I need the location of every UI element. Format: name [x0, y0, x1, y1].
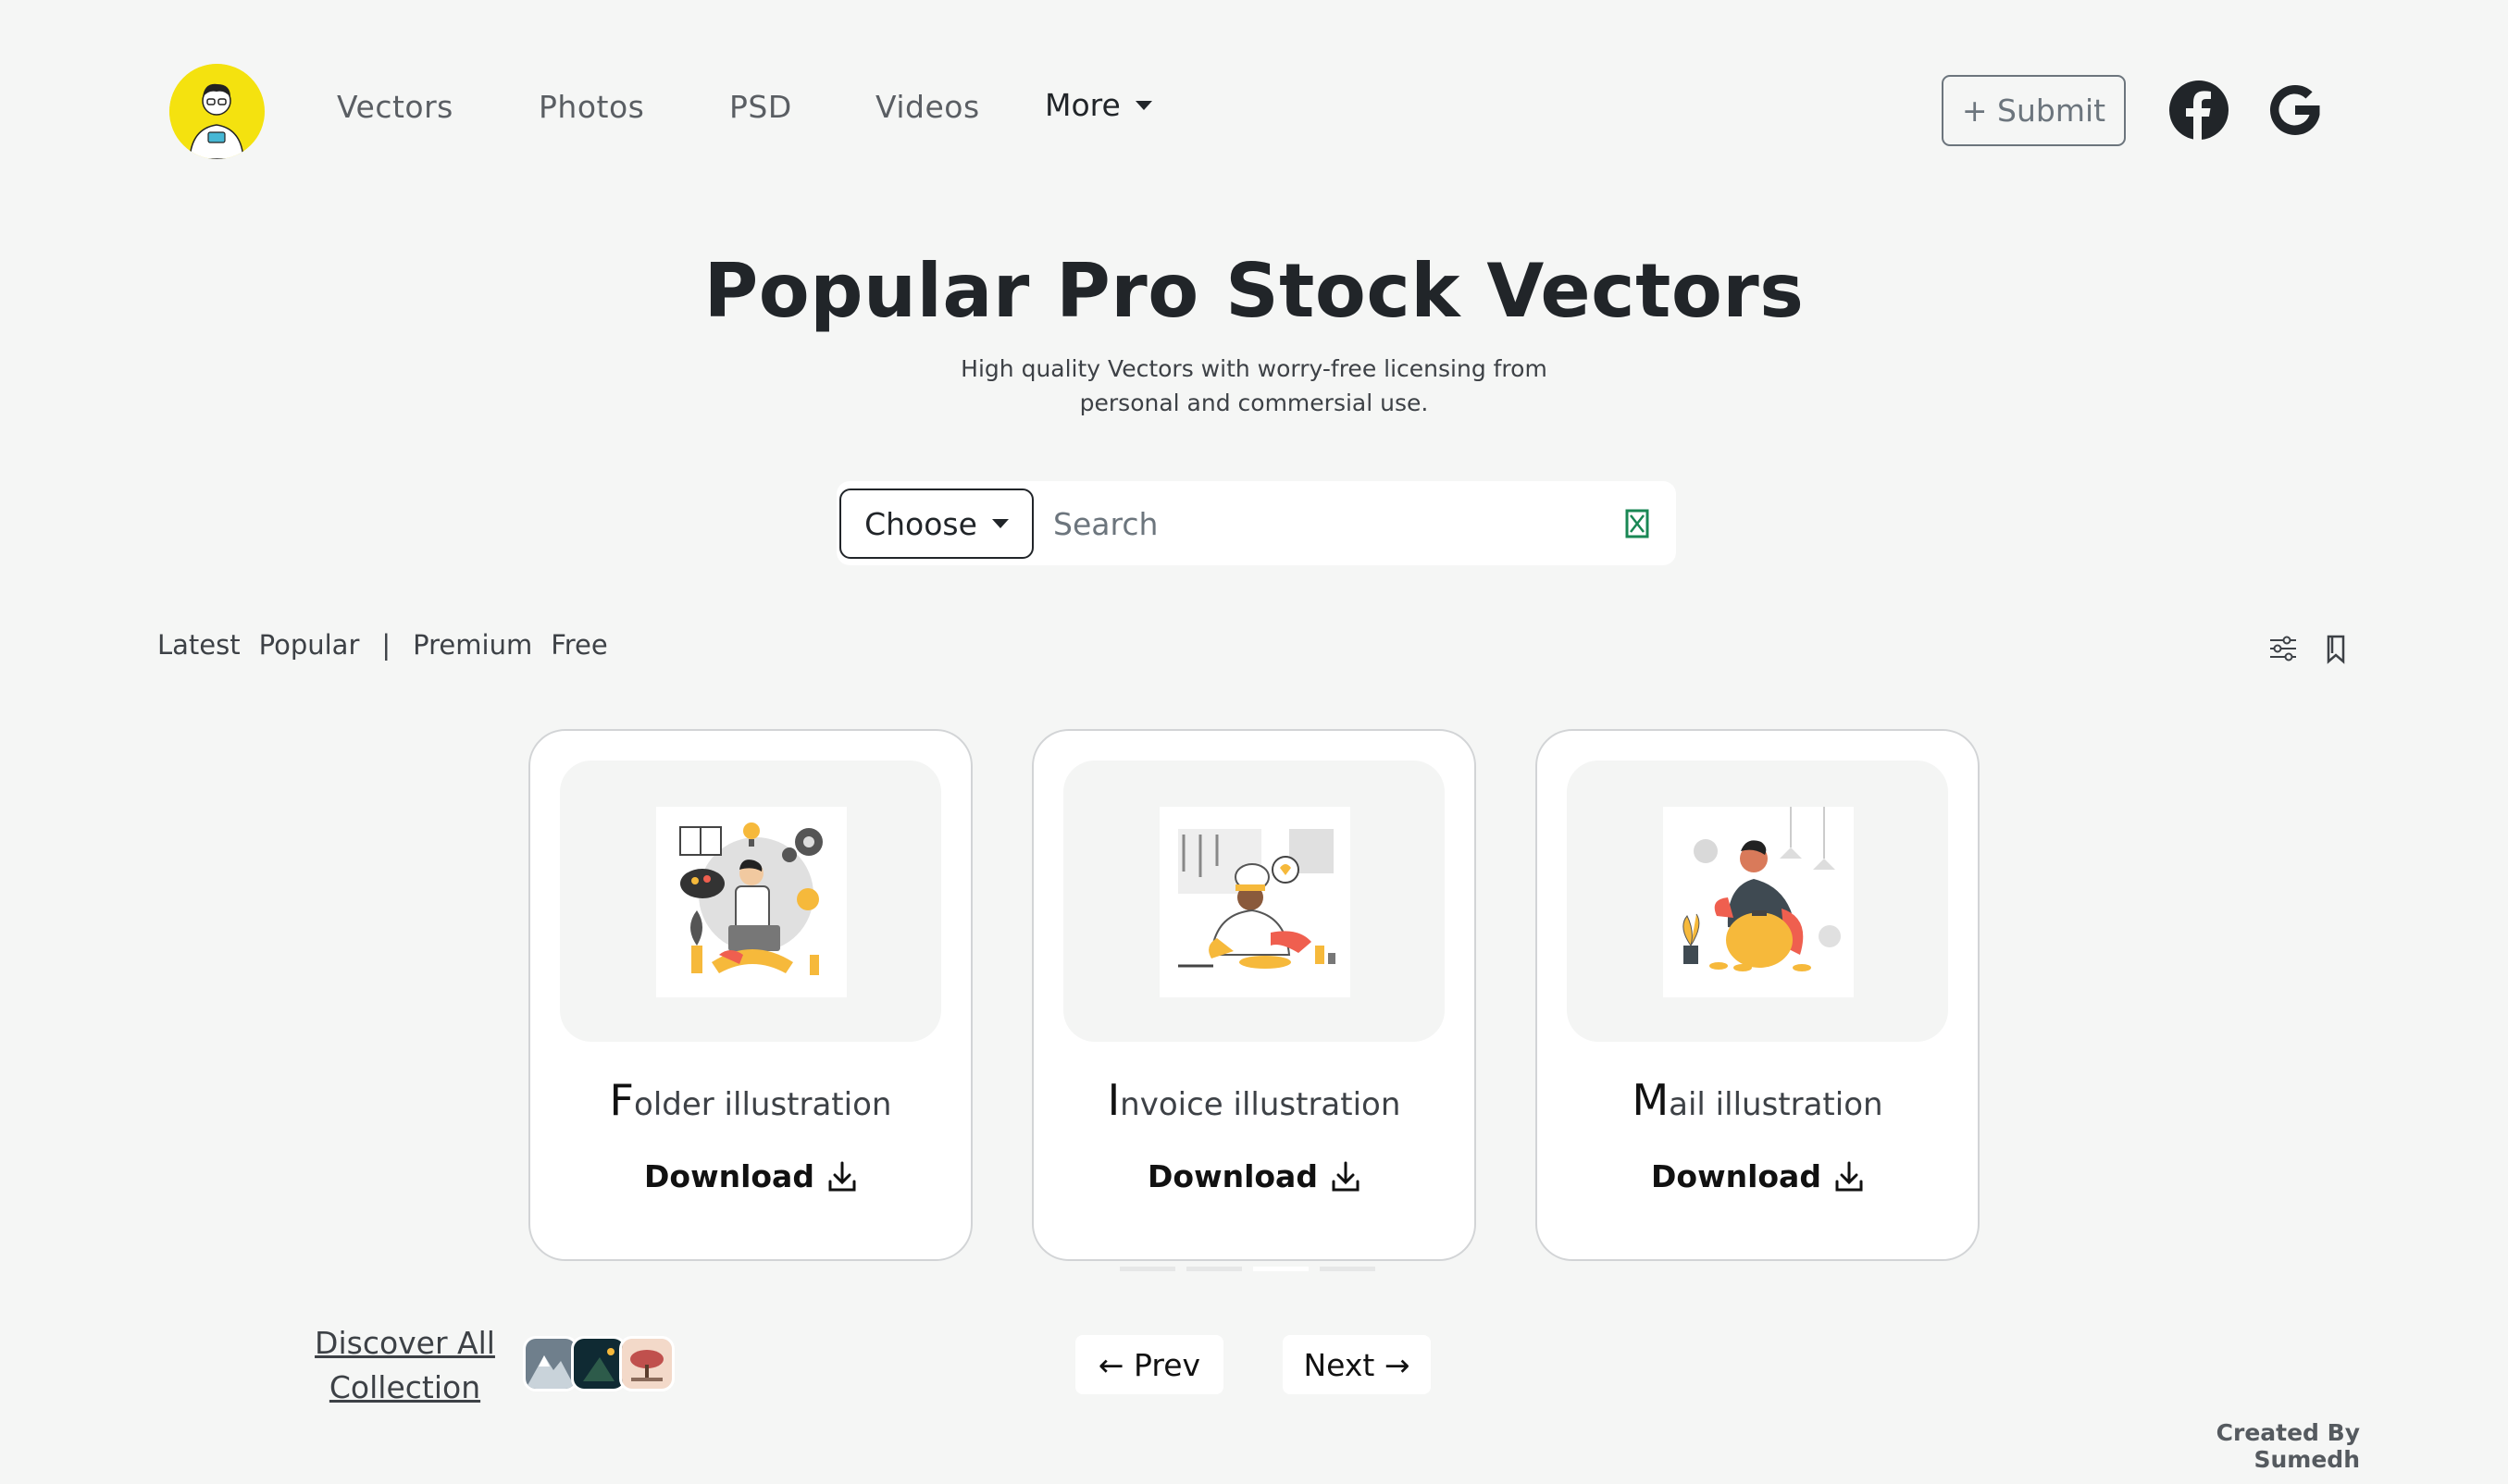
download-icon	[828, 1161, 856, 1191]
card-title-initial: F	[609, 1075, 635, 1125]
choose-label: Choose	[864, 505, 977, 542]
search-input[interactable]	[1053, 494, 1590, 553]
tree-thumbnail[interactable]	[619, 1336, 675, 1391]
carousel-indicators	[1120, 1267, 1375, 1271]
nav-link-videos[interactable]: Videos	[875, 89, 980, 125]
nav-more-dropdown[interactable]: More	[1045, 87, 1152, 123]
submit-button[interactable]: + Submit	[1942, 75, 2126, 146]
mail-illustration-image[interactable]	[1663, 807, 1854, 997]
vector-card-invoice[interactable]: Invoice illustration Download	[1032, 729, 1476, 1261]
nav-link-photos[interactable]: Photos	[539, 89, 644, 125]
carousel-indicator[interactable]	[1120, 1267, 1175, 1271]
download-icon	[1332, 1161, 1360, 1191]
card-title: Invoice illustration	[1034, 1075, 1474, 1125]
next-page-button[interactable]: Next →	[1283, 1335, 1431, 1394]
filter-divider: |	[381, 629, 391, 661]
mountain-thumbnail[interactable]	[523, 1336, 578, 1391]
filter-premium[interactable]: Premium	[413, 629, 532, 661]
google-icon[interactable]	[2265, 80, 2326, 141]
caret-down-icon	[991, 519, 1009, 528]
card-title: Folder illustration	[530, 1075, 971, 1125]
nav-more-label: More	[1045, 87, 1121, 123]
caret-down-icon	[1135, 100, 1152, 110]
collection-thumbnails	[523, 1336, 675, 1391]
download-button[interactable]: Download	[530, 1158, 971, 1194]
vector-card-folder[interactable]: Folder illustration Download	[528, 729, 973, 1261]
choose-dropdown-button[interactable]: Choose	[839, 488, 1034, 559]
created-by-credit: Created By Sumedh	[2216, 1419, 2360, 1473]
download-label: Download	[1651, 1158, 1821, 1194]
nav-link-vectors[interactable]: Vectors	[337, 89, 453, 125]
download-button[interactable]: Download	[1537, 1158, 1978, 1194]
navbar: Vectors Photos PSD Videos More + Submit	[0, 0, 2508, 222]
vector-card-mail[interactable]: Mail illustration Download	[1535, 729, 1980, 1261]
page-title: Popular Pro Stock Vectors	[703, 248, 1805, 334]
download-icon	[1835, 1161, 1863, 1191]
card-title-initial: M	[1632, 1075, 1670, 1125]
card-image-frame	[560, 761, 941, 1042]
card-title-text: older illustration	[634, 1086, 892, 1123]
folder-illustration-image[interactable]	[656, 807, 847, 997]
prev-page-button[interactable]: ← Prev	[1075, 1335, 1223, 1394]
download-button[interactable]: Download	[1034, 1158, 1474, 1194]
carousel-indicator-active[interactable]	[1253, 1267, 1309, 1271]
card-title-text: ail illustration	[1669, 1086, 1883, 1123]
page-subtitle: High quality Vectors with worry-free lic…	[961, 355, 1547, 416]
card-image-frame	[1567, 761, 1948, 1042]
card-title-text: nvoice illustration	[1120, 1086, 1401, 1123]
facebook-icon[interactable]	[2168, 80, 2229, 141]
filter-free[interactable]: Free	[551, 629, 608, 661]
filter-popular[interactable]: Popular	[259, 629, 360, 661]
download-label: Download	[1148, 1158, 1318, 1194]
filter-bar: Latest Popular | Premium Free	[157, 629, 627, 661]
invoice-illustration-image[interactable]	[1160, 807, 1350, 997]
discover-all-collection-link[interactable]: Discover All Collection	[305, 1321, 504, 1410]
card-title-initial: I	[1107, 1075, 1121, 1125]
card-title: Mail illustration	[1537, 1075, 1978, 1125]
carousel-indicator[interactable]	[1186, 1267, 1242, 1271]
download-label: Download	[644, 1158, 814, 1194]
logo-avatar[interactable]	[169, 64, 265, 159]
filter-latest[interactable]: Latest	[157, 629, 241, 661]
nav-link-psd[interactable]: PSD	[729, 89, 792, 125]
search-bar: Choose	[837, 481, 1676, 565]
bookmark-icon[interactable]	[2320, 633, 2352, 664]
hourglass-search-icon[interactable]	[1623, 509, 1651, 538]
sliders-icon[interactable]	[2267, 633, 2299, 664]
night-scene-thumbnail[interactable]	[571, 1336, 627, 1391]
carousel-indicator[interactable]	[1320, 1267, 1375, 1271]
card-image-frame	[1063, 761, 1445, 1042]
